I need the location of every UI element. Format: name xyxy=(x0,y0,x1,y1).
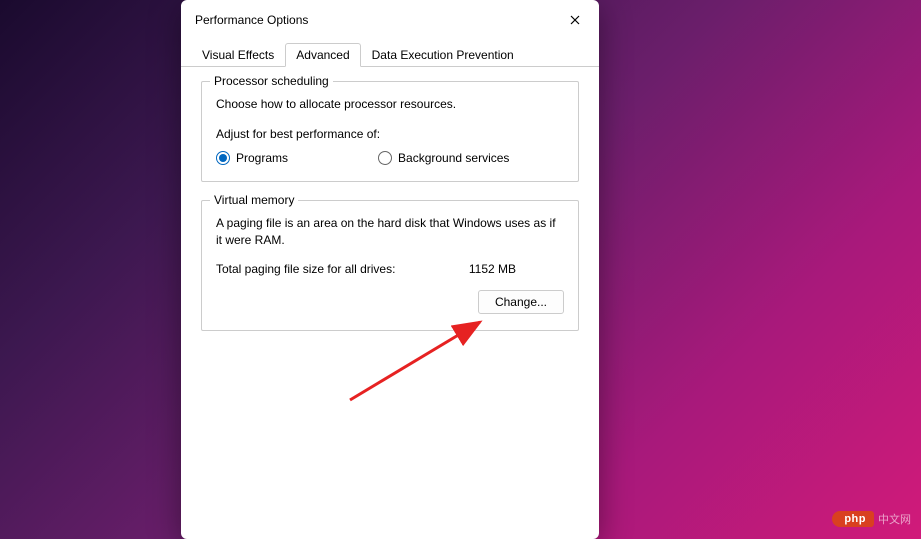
radio-programs-input[interactable] xyxy=(216,151,230,165)
content-area: Processor scheduling Choose how to alloc… xyxy=(181,67,599,539)
performance-options-dialog: Performance Options Visual Effects Advan… xyxy=(181,0,599,539)
radio-background-input[interactable] xyxy=(378,151,392,165)
radio-row: Programs Background services xyxy=(216,151,564,165)
vm-total-label: Total paging file size for all drives: xyxy=(216,262,395,276)
watermark: php 中文网 xyxy=(832,511,911,527)
close-icon xyxy=(570,15,580,25)
window-title: Performance Options xyxy=(195,13,308,27)
processor-legend: Processor scheduling xyxy=(210,74,333,88)
close-button[interactable] xyxy=(563,8,587,32)
tab-dep[interactable]: Data Execution Prevention xyxy=(361,43,525,67)
radio-programs-label: Programs xyxy=(236,151,288,165)
vm-total-row: Total paging file size for all drives: 1… xyxy=(216,262,516,276)
tabs: Visual Effects Advanced Data Execution P… xyxy=(181,42,599,67)
processor-scheduling-group: Processor scheduling Choose how to alloc… xyxy=(201,81,579,182)
vm-total-value: 1152 MB xyxy=(469,262,516,276)
processor-desc: Choose how to allocate processor resourc… xyxy=(216,96,564,113)
watermark-text: 中文网 xyxy=(878,511,911,527)
watermark-badge: php xyxy=(832,511,874,527)
vm-desc: A paging file is an area on the hard dis… xyxy=(216,215,564,249)
tab-advanced[interactable]: Advanced xyxy=(285,43,360,67)
titlebar: Performance Options xyxy=(181,0,599,38)
vm-button-row: Change... xyxy=(216,290,564,314)
virtual-memory-group: Virtual memory A paging file is an area … xyxy=(201,200,579,332)
tab-visual-effects[interactable]: Visual Effects xyxy=(191,43,285,67)
radio-background[interactable]: Background services xyxy=(378,151,509,165)
radio-programs[interactable]: Programs xyxy=(216,151,288,165)
adjust-label: Adjust for best performance of: xyxy=(216,127,564,141)
radio-background-label: Background services xyxy=(398,151,509,165)
change-button[interactable]: Change... xyxy=(478,290,564,314)
vm-legend: Virtual memory xyxy=(210,193,298,207)
